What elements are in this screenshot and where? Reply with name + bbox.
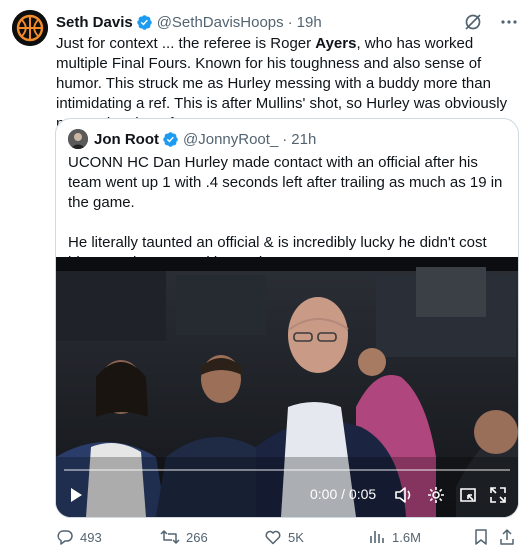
grok-icon[interactable] [463, 12, 483, 32]
video-player[interactable]: 0:00 / 0:05 [56, 257, 518, 517]
quoted-tweet-header: Jon Root @JonnyRoot_ · 21h [68, 129, 316, 149]
views-icon [370, 531, 384, 543]
pip-icon[interactable] [458, 485, 478, 505]
reply-icon [57, 530, 73, 545]
author-avatar[interactable] [12, 10, 48, 46]
views-button[interactable]: 1.6M [368, 528, 421, 546]
like-count: 5K [288, 529, 304, 545]
quoted-author-handle[interactable]: @JonnyRoot_ [183, 131, 278, 148]
tweet-text-part: Just for context ... the referee is Roge… [56, 35, 316, 52]
more-icon[interactable] [499, 12, 519, 32]
separator-dot: · [282, 130, 288, 148]
repost-button[interactable]: 266 [160, 528, 208, 546]
separator-dot: · [287, 13, 293, 31]
quoted-tweet[interactable]: Jon Root @JonnyRoot_ · 21h UCONN HC Dan … [55, 118, 519, 518]
verified-badge-icon [136, 14, 152, 30]
person-avatar-icon [68, 129, 88, 149]
like-icon [265, 530, 281, 545]
reply-count: 493 [80, 529, 102, 545]
tweet-text-bold: Ayers [315, 35, 357, 52]
tweet-header: Seth Davis @SethDavisHoops · 19h [56, 12, 519, 32]
bookmark-icon[interactable] [472, 528, 490, 546]
tweet-actions-bar: 493 266 5K 1.6M [56, 528, 516, 548]
author-name[interactable]: Seth Davis [56, 14, 133, 31]
video-time: 0:00 / 0:05 [310, 486, 377, 502]
reply-button[interactable]: 493 [56, 528, 102, 546]
fullscreen-icon[interactable] [488, 485, 508, 505]
quoted-author-name[interactable]: Jon Root [94, 131, 159, 148]
quoted-author-avatar[interactable] [68, 129, 88, 149]
header-actions [463, 12, 519, 32]
video-controls: 0:00 / 0:05 [56, 473, 518, 517]
quoted-tweet-time[interactable]: 21h [291, 131, 316, 148]
repost-count: 266 [186, 529, 208, 545]
basketball-logo-icon [12, 10, 48, 46]
views-count: 1.6M [392, 529, 421, 545]
video-progress-bar[interactable] [64, 469, 510, 471]
verified-badge-icon [163, 131, 178, 147]
volume-icon[interactable] [394, 485, 414, 505]
quoted-paragraph: UCONN HC Dan Hurley made contact with an… [68, 154, 503, 211]
share-icon[interactable] [498, 528, 516, 546]
settings-icon[interactable] [426, 485, 446, 505]
tweet-time[interactable]: 19h [297, 14, 322, 31]
like-button[interactable]: 5K [264, 528, 304, 546]
author-handle[interactable]: @SethDavisHoops [157, 14, 284, 31]
repost-icon [160, 530, 180, 544]
play-icon[interactable] [68, 487, 84, 503]
